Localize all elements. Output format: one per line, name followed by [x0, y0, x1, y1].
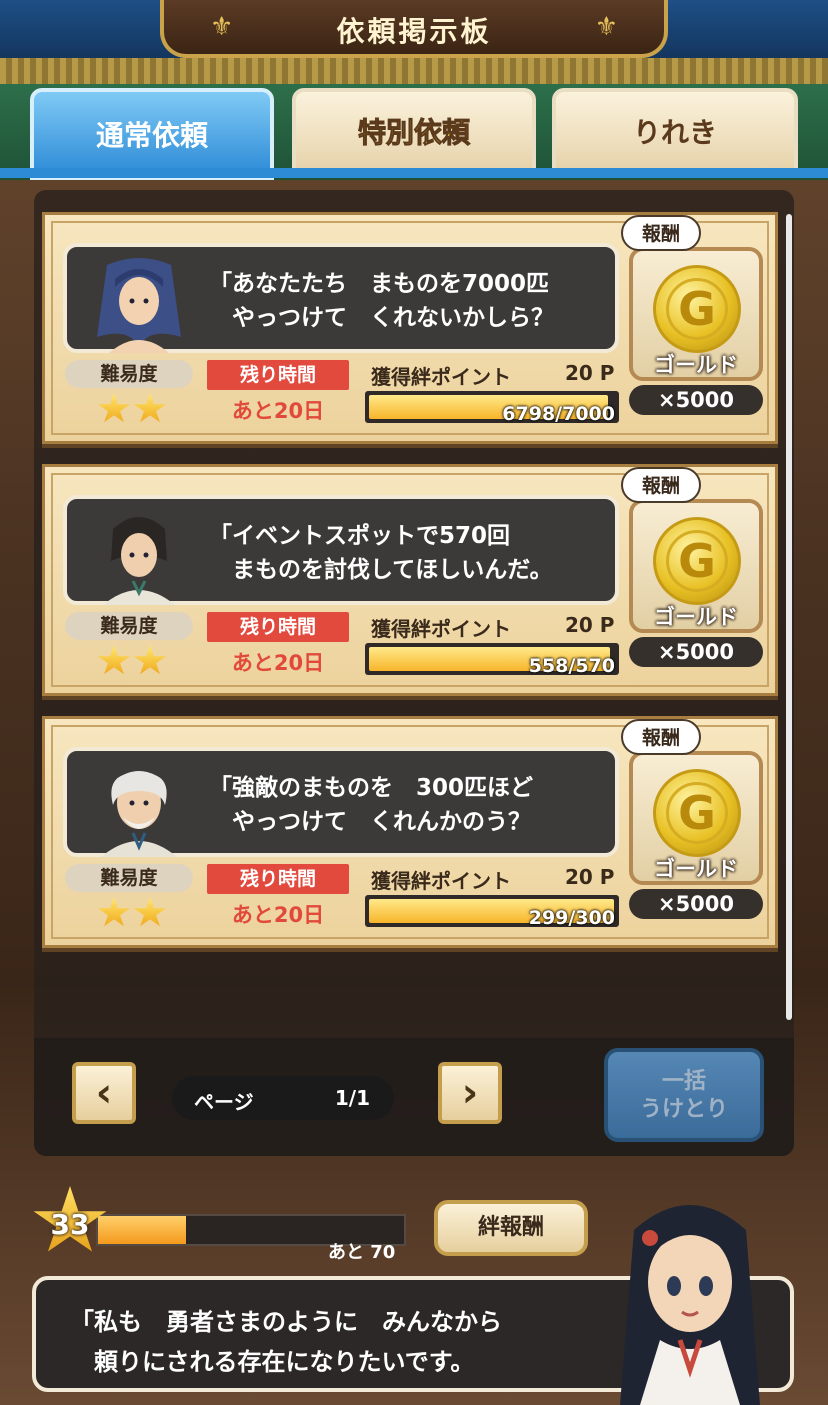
- title-plate: ⚜ 依頼掲示板 ⚜: [160, 0, 668, 58]
- difficulty-stars: [97, 393, 169, 429]
- bond-points-label: 獲得絆ポイント: [371, 617, 511, 641]
- star-icon: [97, 393, 131, 423]
- time-remaining-value: あと20日: [231, 399, 325, 423]
- tab-underline: [0, 168, 828, 178]
- bond-level-remaining: あと 70: [328, 1242, 396, 1263]
- narrator-portrait: [620, 1205, 760, 1405]
- page-number: 1/1: [334, 1086, 370, 1110]
- reward-bubble: 報酬: [621, 719, 701, 755]
- reward-name: ゴールド: [654, 353, 738, 377]
- tab-normal-requests[interactable]: 通常依頼: [30, 88, 274, 180]
- time-remaining-value: あと20日: [231, 903, 325, 927]
- fleur-de-lis-icon: ⚜: [594, 12, 618, 42]
- bond-points-label: 獲得絆ポイント: [371, 365, 511, 389]
- bond-level-fill: [98, 1216, 186, 1244]
- bond-level-number: 33: [50, 1208, 90, 1241]
- request-speech-bubble: 「イベントスポットで570回 まものを討伐してほしいんだ。: [63, 495, 619, 605]
- difficulty-stars: [97, 897, 169, 933]
- header: ⚜ 依頼掲示板 ⚜: [0, 0, 828, 60]
- chevron-right-icon: ›: [461, 1070, 479, 1116]
- time-remaining-label: 残り時間: [207, 612, 349, 642]
- portrait-old-man: [101, 771, 177, 857]
- time-remaining-value: あと20日: [231, 651, 325, 675]
- reward-name: ゴールド: [654, 605, 738, 629]
- tab-label: りれき: [632, 116, 717, 149]
- star-icon: [133, 645, 167, 675]
- reward-bubble: 報酬: [621, 215, 701, 251]
- request-message: 「あなたたち まものを7000匹 やっつけて くれないかしら？: [209, 271, 554, 331]
- time-remaining-label: 残り時間: [207, 864, 349, 894]
- page-label: ページ: [194, 1090, 254, 1114]
- gold-coin-icon: G: [653, 517, 741, 605]
- dialog-text: 「私も 勇者さまのように みんなから 頼りにされる存在になりたいです。: [70, 1308, 502, 1376]
- tab-history[interactable]: りれき: [552, 88, 798, 174]
- request-speech-bubble: 「あなたたち まものを7000匹 やっつけて くれないかしら？: [63, 243, 619, 353]
- reward-quantity: ×5000: [629, 889, 763, 919]
- progress-bar: 299/300: [365, 895, 619, 927]
- request-card[interactable]: 「強敵のまものを 300匹ほど やっつけて くれんかのう？ 難易度 残り時間 あ…: [42, 716, 778, 948]
- progress-text: 299/300: [528, 907, 615, 927]
- scrollbar[interactable]: [786, 214, 792, 1020]
- tab-label: 通常依頼: [95, 119, 208, 152]
- bulk-receive-line1: 一括: [661, 1069, 706, 1094]
- bond-points-value: 20 P: [565, 613, 615, 637]
- difficulty-label: 難易度: [65, 612, 193, 640]
- time-remaining-label: 残り時間: [207, 360, 349, 390]
- prev-page-button[interactable]: ‹: [72, 1062, 136, 1124]
- difficulty-label: 難易度: [65, 864, 193, 892]
- progress-text: 558/570: [528, 655, 615, 675]
- request-message: 「イベントスポットで570回 まものを討伐してほしいんだ。: [209, 523, 553, 583]
- progress-bar: 6798/7000: [365, 391, 619, 423]
- reward-box: G ゴールド: [629, 499, 763, 633]
- tab-label: 特別依頼: [357, 116, 470, 150]
- reward-name: ゴールド: [654, 857, 738, 881]
- bulk-receive-button[interactable]: 一括 うけとり: [604, 1048, 764, 1142]
- bond-points-label: 獲得絆ポイント: [371, 869, 511, 893]
- difficulty-stars: [97, 645, 169, 681]
- portrait-blue-haired-woman: [97, 258, 181, 353]
- star-icon: [133, 897, 167, 927]
- page-title: 依頼掲示板: [336, 15, 492, 48]
- gold-coin-icon: G: [653, 769, 741, 857]
- reward-quantity: ×5000: [629, 385, 763, 415]
- bond-reward-button[interactable]: 絆報酬: [434, 1200, 588, 1256]
- reward-box: G ゴールド: [629, 751, 763, 885]
- chevron-left-icon: ‹: [95, 1070, 113, 1116]
- bond-points-value: 20 P: [565, 865, 615, 889]
- page-indicator: ページ 1/1: [172, 1076, 394, 1120]
- gold-coin-icon: G: [653, 265, 741, 353]
- star-icon: [97, 645, 131, 675]
- request-card[interactable]: 「イベントスポットで570回 まものを討伐してほしいんだ。 難易度 残り時間 あ…: [42, 464, 778, 696]
- portrait-dark-haired-man: [103, 517, 175, 605]
- reward-bubble: 報酬: [621, 467, 701, 503]
- next-page-button[interactable]: ›: [438, 1062, 502, 1124]
- tab-special-requests[interactable]: 特別依頼: [292, 88, 536, 174]
- request-card[interactable]: 「あなたたち まものを7000匹 やっつけて くれないかしら？ 難易度 残り時間…: [42, 212, 778, 444]
- progress-bar: 558/570: [365, 643, 619, 675]
- bond-points-value: 20 P: [565, 361, 615, 385]
- difficulty-label: 難易度: [65, 360, 193, 388]
- star-icon: [97, 897, 131, 927]
- star-icon: [133, 393, 167, 423]
- request-speech-bubble: 「強敵のまものを 300匹ほど やっつけて くれんかのう？: [63, 747, 619, 857]
- rope-divider: [0, 58, 828, 86]
- reward-quantity: ×5000: [629, 637, 763, 667]
- tab-bar: 通常依頼 特別依頼 りれき: [0, 84, 828, 180]
- request-message: 「強敵のまものを 300匹ほど やっつけて くれんかのう？: [209, 775, 534, 835]
- progress-text: 6798/7000: [502, 403, 615, 423]
- bulk-receive-line2: うけとり: [639, 1097, 728, 1122]
- reward-box: G ゴールド: [629, 247, 763, 381]
